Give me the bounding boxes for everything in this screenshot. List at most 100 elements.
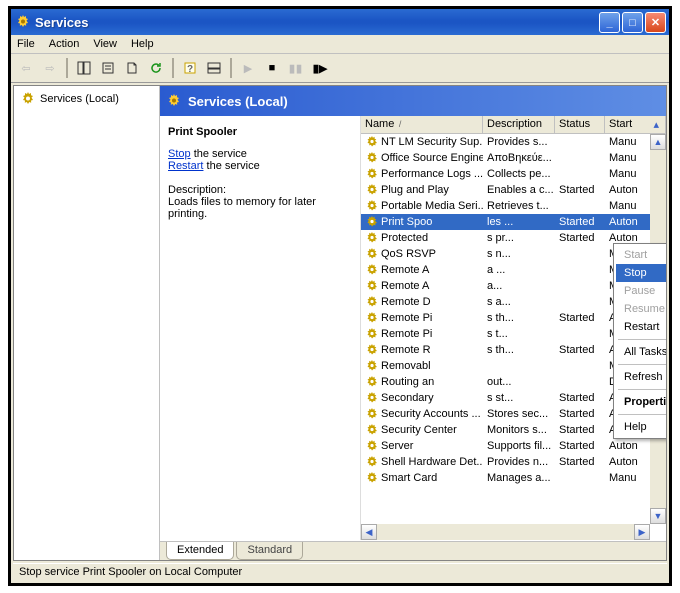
tab-extended[interactable]: Extended <box>166 542 234 560</box>
service-description: Manages a... <box>483 472 555 484</box>
export-button[interactable] <box>121 57 143 79</box>
service-row[interactable]: Shell Hardware Det...Provides n...Starte… <box>361 454 650 470</box>
service-status: Started <box>555 344 605 356</box>
service-row[interactable]: Remote Ds a...Manu <box>361 294 650 310</box>
ctx-separator <box>618 364 666 365</box>
gear-icon <box>365 471 379 485</box>
ctx-restart[interactable]: Restart <box>616 318 666 336</box>
menu-view[interactable]: View <box>93 38 117 50</box>
status-text: Stop service Print Spooler on Local Comp… <box>19 566 242 578</box>
service-row[interactable]: Office Source EngineΑποΒηκεύε...Manu <box>361 150 650 166</box>
service-row[interactable]: QoS RSVPs n...Manu <box>361 246 650 262</box>
ctx-stop[interactable]: Stop ⬅ <box>616 264 666 282</box>
restart-link[interactable]: Restart <box>168 160 203 172</box>
properties-button[interactable] <box>97 57 119 79</box>
tab-standard[interactable]: Standard <box>236 542 303 560</box>
service-name: Removabl <box>381 360 431 372</box>
service-startup: Manu <box>605 472 650 484</box>
service-row[interactable]: Performance Logs ...Collects pe...Manu <box>361 166 650 182</box>
service-name: Remote Pi <box>381 328 432 340</box>
service-description: Monitors s... <box>483 424 555 436</box>
list-header: Name / Description Status Start▴ <box>361 116 666 134</box>
scroll-up-button[interactable] <box>650 134 666 150</box>
col-name[interactable]: Name / <box>361 116 483 133</box>
menu-action[interactable]: Action <box>49 38 80 50</box>
forward-button[interactable]: ⇨ <box>39 57 61 79</box>
service-row[interactable]: Plug and PlayEnables a c...StartedAuton <box>361 182 650 198</box>
titlebar[interactable]: Services _ □ ✕ <box>11 9 669 35</box>
gear-icon <box>365 343 379 357</box>
service-row[interactable]: NT LM Security Sup...Provides s...Manu <box>361 134 650 150</box>
scroll-down-button[interactable] <box>650 508 666 524</box>
service-status: Started <box>555 424 605 436</box>
gear-icon <box>365 407 379 421</box>
col-startup[interactable]: Start▴ <box>605 116 666 133</box>
menu-help[interactable]: Help <box>131 38 154 50</box>
service-name: Smart Card <box>381 472 437 484</box>
service-name: Remote R <box>381 344 431 356</box>
stop-rest: the service <box>191 148 247 160</box>
service-row[interactable]: Print Spooles ...StartedAuton <box>361 214 650 230</box>
service-status: Started <box>555 392 605 404</box>
service-row[interactable]: Remote Aa ...Manu <box>361 262 650 278</box>
close-button[interactable]: ✕ <box>645 12 666 33</box>
detail-panel: Print Spooler Stop the service Restart t… <box>160 116 360 540</box>
service-row[interactable]: Routing anout...Disabl <box>361 374 650 390</box>
service-row[interactable]: Security Accounts ...Stores sec...Starte… <box>361 406 650 422</box>
service-startup: Manu <box>605 152 650 164</box>
service-row[interactable]: Remote Pis th...StartedAuton <box>361 310 650 326</box>
toolbar-separator <box>230 58 232 78</box>
service-status: Started <box>555 456 605 468</box>
col-status[interactable]: Status <box>555 116 605 133</box>
service-row[interactable]: Smart Card Manages a... Manu <box>361 470 650 486</box>
service-status: Started <box>555 440 605 452</box>
service-description: ΑποΒηκεύε... <box>483 152 555 164</box>
show-hide-console-button[interactable] <box>203 57 225 79</box>
service-description: s th... <box>483 312 555 324</box>
ctx-alltasks[interactable]: All Tasks <box>616 343 666 361</box>
col-description[interactable]: Description <box>483 116 555 133</box>
back-button[interactable]: ⇦ <box>15 57 37 79</box>
menu-file[interactable]: File <box>17 38 35 50</box>
help-button[interactable]: ? <box>179 57 201 79</box>
restart-service-button[interactable]: ▮▶ <box>309 57 331 79</box>
service-row[interactable]: Remote Pis t...Manu <box>361 326 650 342</box>
context-menu: Start Stop ⬅ Pause Resume Restart All Ta… <box>613 243 666 439</box>
service-row[interactable]: Remote Aa...Manu <box>361 278 650 294</box>
service-name: Remote A <box>381 264 429 276</box>
ctx-refresh[interactable]: Refresh <box>616 368 666 386</box>
minimize-button[interactable]: _ <box>599 12 620 33</box>
service-row[interactable]: Remote Rs th...StartedAuton <box>361 342 650 358</box>
service-row[interactable]: Protecteds pr...StartedAuton <box>361 230 650 246</box>
service-startup: Auton <box>605 184 650 196</box>
scroll-left-button[interactable] <box>361 524 377 540</box>
service-description: a... <box>483 280 555 292</box>
refresh-button[interactable] <box>145 57 167 79</box>
maximize-button[interactable]: □ <box>622 12 643 33</box>
stop-service-button[interactable]: ■ <box>261 57 283 79</box>
service-row[interactable]: ServerSupports fil...StartedAuton <box>361 438 650 454</box>
show-hide-tree-button[interactable] <box>73 57 95 79</box>
service-description: Stores sec... <box>483 408 555 420</box>
window-title: Services <box>35 15 89 30</box>
service-row[interactable]: Portable Media Seri...Retrieves t...Manu <box>361 198 650 214</box>
main-pane: Services (Local) Print Spooler Stop the … <box>160 86 666 560</box>
ctx-help[interactable]: Help <box>616 418 666 436</box>
service-row[interactable]: RemovablManu <box>361 358 650 374</box>
stop-link[interactable]: Stop <box>168 148 191 160</box>
ctx-separator <box>618 414 666 415</box>
start-service-button[interactable]: ▶ <box>237 57 259 79</box>
menubar: File Action View Help <box>11 35 669 54</box>
service-description: les ... <box>483 216 555 228</box>
h-scrollbar[interactable] <box>361 524 650 540</box>
service-row[interactable]: Secondarys st...StartedAuton <box>361 390 650 406</box>
scroll-right-button[interactable] <box>634 524 650 540</box>
pause-service-button[interactable]: ▮▮ <box>285 57 307 79</box>
ctx-properties[interactable]: Properties <box>616 393 666 411</box>
tree-root-item[interactable]: Services (Local) <box>18 90 155 108</box>
service-row[interactable]: Security CenterMonitors s...StartedAuton <box>361 422 650 438</box>
gear-icon <box>365 327 379 341</box>
service-description: Provides n... <box>483 456 555 468</box>
ctx-separator <box>618 339 666 340</box>
service-name: NT LM Security Sup... <box>381 136 483 148</box>
